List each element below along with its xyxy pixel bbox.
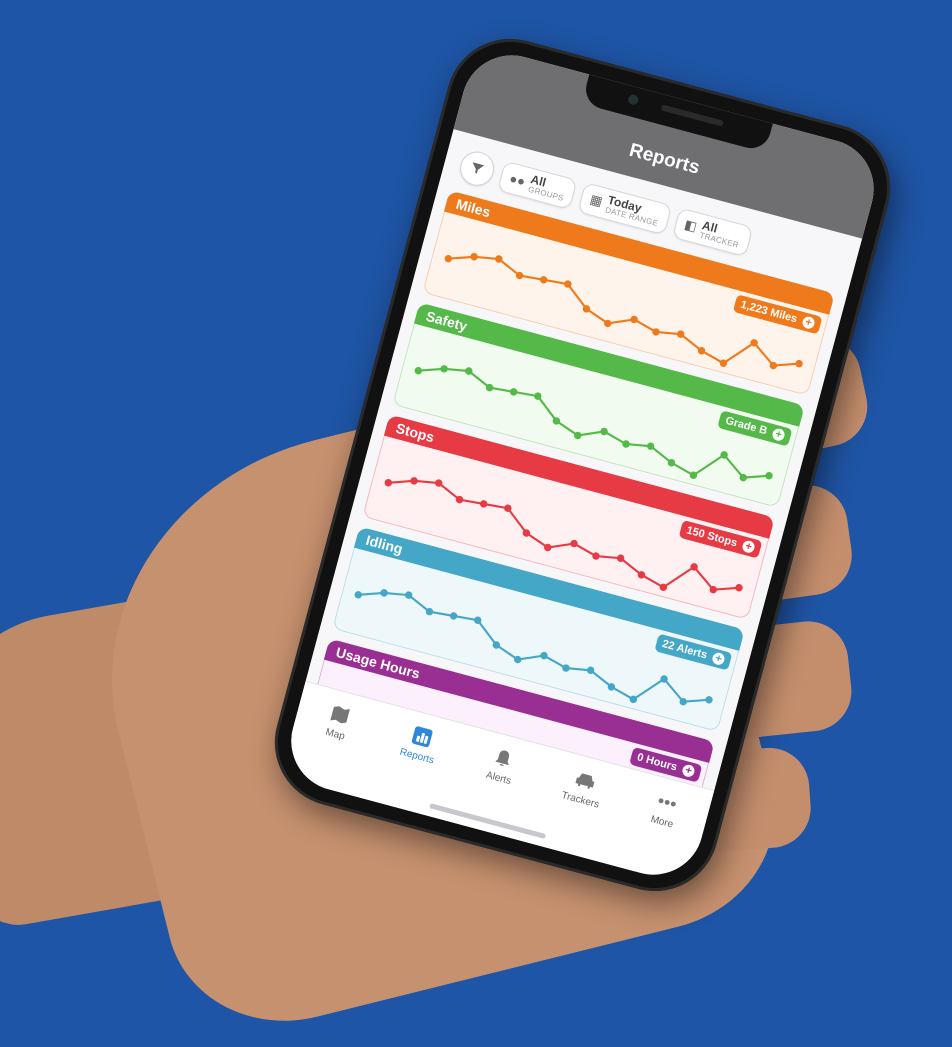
sparkline-point [652, 328, 660, 336]
tab-label: More [649, 813, 675, 831]
sparkline-point [414, 366, 423, 375]
sparkline-point [444, 254, 453, 263]
id-card-icon: ◧ [682, 216, 699, 235]
tab-label: Map [324, 726, 346, 743]
more-icon: ••• [655, 789, 680, 815]
tab-reports[interactable]: Reports [381, 717, 460, 771]
sparkline-point [384, 479, 393, 487]
sparkline-point [795, 359, 803, 368]
speaker-icon [660, 104, 724, 127]
sparkline-point [354, 591, 362, 599]
bell-icon [490, 745, 517, 772]
filter-icon [472, 162, 485, 174]
sparkline-point [539, 276, 548, 284]
sparkline-point [630, 315, 638, 324]
sparkline-point [479, 500, 488, 508]
calendar-icon: ▦ [588, 191, 605, 209]
sparkline-point [592, 552, 600, 560]
photo-scene: Reports ●● All GROUPS ▦ Today DATE RANGE… [0, 0, 952, 1047]
tracker-filter-chip[interactable]: ◧ All TRACKER [672, 206, 754, 257]
tab-more[interactable]: ••• More [626, 782, 705, 836]
sparkline-point [600, 427, 608, 436]
sparkline-point [440, 365, 448, 373]
sparkline-point [765, 471, 773, 480]
sparkline-point [622, 440, 630, 448]
tab-label: Trackers [560, 790, 601, 811]
sparkline-point [509, 388, 518, 396]
sparkline-point [705, 696, 713, 704]
tab-alerts[interactable]: Alerts [462, 739, 541, 793]
map-icon [327, 701, 354, 728]
sparkline-point [380, 589, 388, 597]
phone: Reports ●● All GROUPS ▦ Today DATE RANGE… [260, 24, 905, 906]
sparkline-point [540, 651, 548, 660]
camera-icon [626, 93, 639, 106]
tab-trackers[interactable]: Trackers [544, 761, 623, 815]
groups-filter-chip[interactable]: ●● All GROUPS [497, 160, 578, 210]
sparkline-point [570, 539, 578, 548]
car-icon [572, 767, 599, 794]
reports-icon [409, 723, 436, 750]
tab-map[interactable]: Map [299, 695, 378, 749]
sparkline-point [449, 612, 458, 620]
tab-label: Alerts [484, 769, 513, 788]
date-range-filter-chip[interactable]: ▦ Today DATE RANGE [577, 181, 673, 235]
groups-icon: ●● [508, 170, 528, 189]
sparkline-point [410, 477, 418, 485]
sparkline-point [562, 664, 570, 672]
filter-button[interactable] [456, 147, 498, 190]
sparkline-point [470, 253, 478, 261]
sparkline-point [735, 584, 743, 592]
